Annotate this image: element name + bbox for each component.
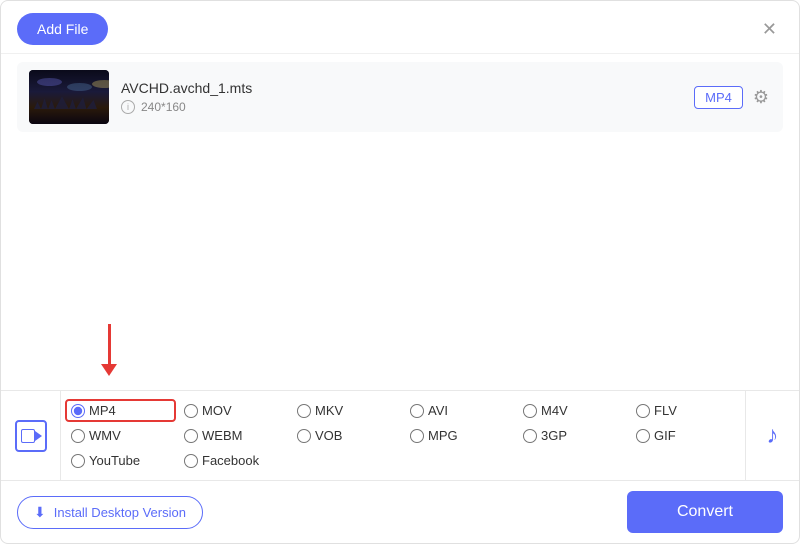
main-window: Add File ✕ AVCHD.avchd_1.mts i 240*160 M…: [0, 0, 800, 544]
format-label-webm: WEBM: [202, 428, 242, 443]
format-option-gif[interactable]: GIF: [630, 424, 741, 447]
close-button[interactable]: ✕: [756, 18, 783, 40]
music-icon: ♪: [767, 422, 779, 450]
format-badge[interactable]: MP4: [694, 86, 743, 109]
format-radio-3gp[interactable]: [523, 429, 537, 443]
download-icon: ⬇: [34, 504, 46, 521]
file-meta: i 240*160: [121, 100, 682, 114]
format-label-flv: FLV: [654, 403, 677, 418]
format-radio-flv[interactable]: [636, 404, 650, 418]
arrow-shaft: [108, 324, 111, 364]
format-option-mpg[interactable]: MPG: [404, 424, 515, 447]
file-actions: MP4 ⚙: [694, 85, 771, 110]
format-radio-mkv[interactable]: [297, 404, 311, 418]
install-label: Install Desktop Version: [54, 505, 186, 520]
format-radio-m4v[interactable]: [523, 404, 537, 418]
format-radio-youtube[interactable]: [71, 454, 85, 468]
format-label-m4v: M4V: [541, 403, 568, 418]
format-panel: MP4 MOV MKV AVI M4V FLV: [1, 390, 799, 480]
format-label-youtube: YouTube: [89, 453, 140, 468]
format-label-vob: VOB: [315, 428, 342, 443]
audio-format-type-button[interactable]: ♪: [745, 391, 799, 480]
format-label-3gp: 3GP: [541, 428, 567, 443]
install-desktop-button[interactable]: ⬇ Install Desktop Version: [17, 496, 203, 529]
format-grid: MP4 MOV MKV AVI M4V FLV: [61, 391, 745, 480]
file-info: AVCHD.avchd_1.mts i 240*160: [121, 80, 682, 114]
format-option-vob[interactable]: VOB: [291, 424, 402, 447]
thumbnail-image: [29, 70, 109, 124]
format-radio-mp4[interactable]: [71, 404, 85, 418]
format-option-m4v[interactable]: M4V: [517, 399, 628, 422]
format-label-wmv: WMV: [89, 428, 121, 443]
format-option-wmv[interactable]: WMV: [65, 424, 176, 447]
format-option-youtube[interactable]: YouTube: [65, 449, 176, 472]
arrow-head: [101, 364, 117, 376]
file-name: AVCHD.avchd_1.mts: [121, 80, 682, 96]
format-radio-avi[interactable]: [410, 404, 424, 418]
format-radio-gif[interactable]: [636, 429, 650, 443]
format-label-mpg: MPG: [428, 428, 458, 443]
video-icon: [15, 420, 47, 452]
format-option-mov[interactable]: MOV: [178, 399, 289, 422]
format-radio-vob[interactable]: [297, 429, 311, 443]
format-radio-facebook[interactable]: [184, 454, 198, 468]
settings-button[interactable]: ⚙: [751, 85, 771, 110]
format-label-mkv: MKV: [315, 403, 343, 418]
info-icon[interactable]: i: [121, 100, 135, 114]
file-item: AVCHD.avchd_1.mts i 240*160 MP4 ⚙: [17, 62, 783, 132]
file-resolution: 240*160: [141, 100, 186, 114]
format-label-avi: AVI: [428, 403, 448, 418]
format-option-flv[interactable]: FLV: [630, 399, 741, 422]
arrow-area: [1, 310, 799, 390]
format-option-avi[interactable]: AVI: [404, 399, 515, 422]
video-format-type-button[interactable]: [1, 391, 61, 480]
add-file-button[interactable]: Add File: [17, 13, 108, 45]
format-label-mp4: MP4: [89, 403, 116, 418]
format-option-facebook[interactable]: Facebook: [178, 449, 289, 472]
format-label-mov: MOV: [202, 403, 232, 418]
format-option-webm[interactable]: WEBM: [178, 424, 289, 447]
format-radio-mov[interactable]: [184, 404, 198, 418]
format-option-mp4[interactable]: MP4: [65, 399, 176, 422]
action-bar: ⬇ Install Desktop Version Convert: [1, 480, 799, 543]
arrow-indicator: [101, 324, 117, 376]
format-label-facebook: Facebook: [202, 453, 259, 468]
format-radio-mpg[interactable]: [410, 429, 424, 443]
format-label-gif: GIF: [654, 428, 676, 443]
top-bar: Add File ✕: [1, 1, 799, 54]
format-radio-webm[interactable]: [184, 429, 198, 443]
format-radio-wmv[interactable]: [71, 429, 85, 443]
format-option-3gp[interactable]: 3GP: [517, 424, 628, 447]
file-list: AVCHD.avchd_1.mts i 240*160 MP4 ⚙: [1, 54, 799, 310]
file-thumbnail: [29, 70, 109, 124]
format-option-mkv[interactable]: MKV: [291, 399, 402, 422]
convert-button[interactable]: Convert: [627, 491, 783, 533]
